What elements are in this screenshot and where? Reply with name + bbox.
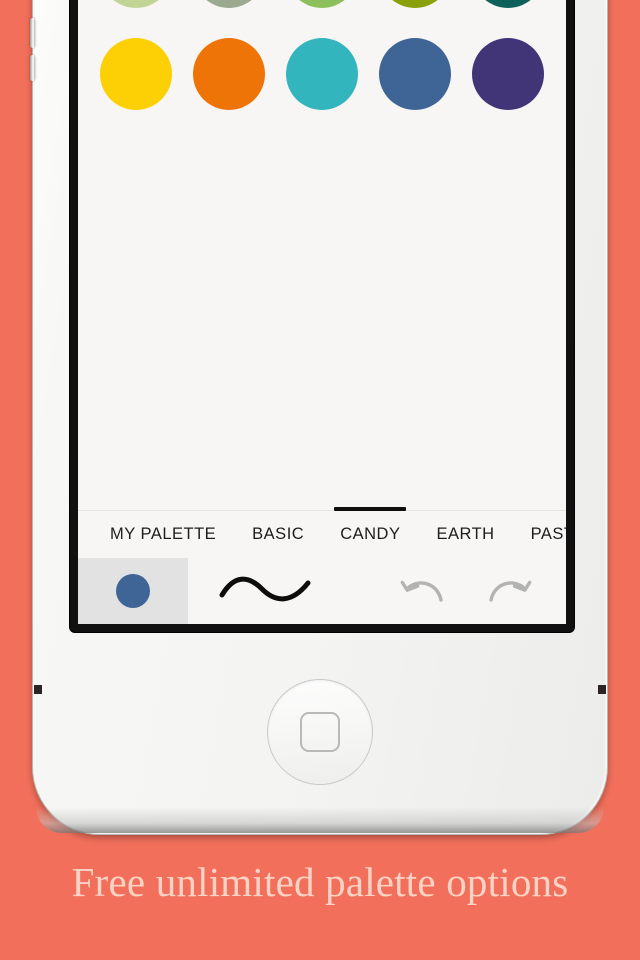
bezel-marker-left [34, 685, 42, 694]
redo-button[interactable] [466, 558, 552, 624]
home-button[interactable] [268, 680, 372, 784]
tab-earth[interactable]: EARTH [418, 525, 512, 544]
active-tab-indicator [334, 507, 407, 511]
drawing-toolbar [78, 558, 566, 624]
volume-down-button[interactable] [30, 55, 35, 81]
color-swatch-golden-yellow[interactable] [100, 38, 172, 110]
color-swatch-indigo-violet[interactable] [472, 38, 544, 110]
color-swatch-olive-green[interactable] [379, 0, 451, 8]
redo-icon [489, 580, 532, 602]
volume-up-button[interactable] [30, 18, 35, 48]
tab-list: MY PALETTEBASICCANDYEARTHPASTEL [78, 511, 566, 558]
tab-basic[interactable]: BASIC [234, 525, 322, 544]
tab-pastel[interactable]: PASTEL [513, 525, 566, 544]
promo-caption: Free unlimited palette options [71, 859, 569, 905]
phone-device: MY PALETTEBASICCANDYEARTHPASTEL [30, 0, 608, 835]
bezel-marker-right [598, 685, 606, 694]
color-palette-grid [78, 0, 566, 510]
palette-row [100, 38, 544, 110]
palette-tabbar: MY PALETTEBASICCANDYEARTHPASTEL [78, 507, 566, 558]
color-swatch-turquoise[interactable] [286, 38, 358, 110]
color-swatch-sage-green[interactable] [193, 0, 265, 8]
brush-stroke-icon [219, 576, 311, 602]
home-square-icon [300, 712, 340, 752]
undo-icon [400, 580, 443, 602]
tab-my-palette[interactable]: MY PALETTE [92, 525, 234, 544]
undo-button[interactable] [380, 558, 466, 624]
phone-bottom-edge [36, 807, 604, 833]
color-swatch-pale-green[interactable] [100, 0, 172, 8]
color-picker-button[interactable] [78, 558, 188, 624]
selected-color-swatch [116, 574, 150, 608]
screen-bezel: MY PALETTEBASICCANDYEARTHPASTEL [70, 0, 574, 632]
brush-tool-button[interactable] [206, 558, 326, 624]
palette-row [100, 0, 544, 8]
color-swatch-deep-teal[interactable] [472, 0, 544, 8]
color-swatch-pumpkin-orange[interactable] [193, 38, 265, 110]
color-swatch-steel-blue[interactable] [379, 38, 451, 110]
tab-candy[interactable]: CANDY [322, 525, 418, 544]
app-screen: MY PALETTEBASICCANDYEARTHPASTEL [78, 0, 566, 624]
color-swatch-apple-green[interactable] [286, 0, 358, 8]
